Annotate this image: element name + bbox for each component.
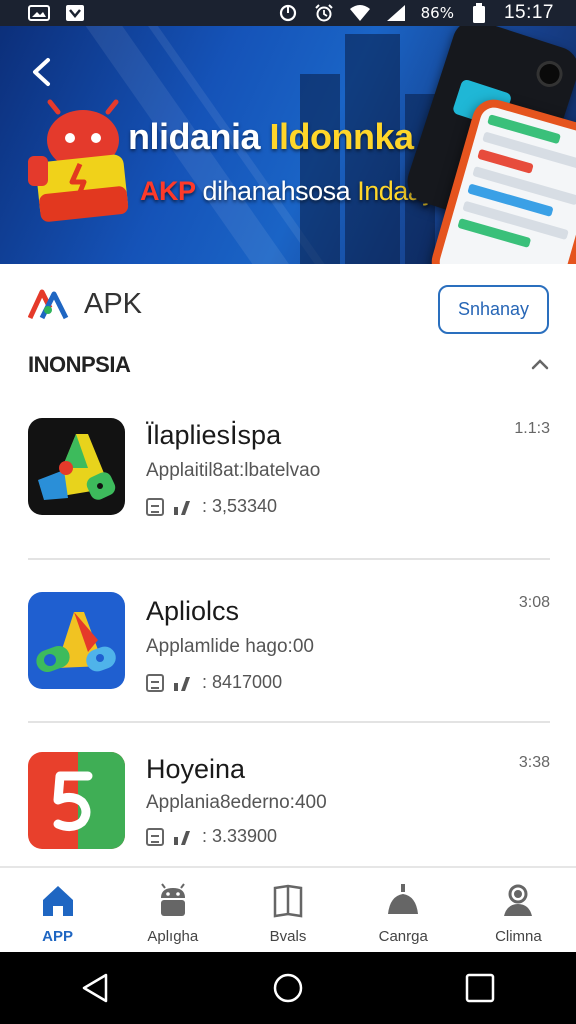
app-description: Applaitil8at:lbatelvao xyxy=(146,460,321,481)
battery-percent: 86% xyxy=(420,4,454,22)
bell-icon xyxy=(384,882,422,920)
app-size: : 3.33900 xyxy=(202,826,278,846)
app-time: 1.1:3 xyxy=(514,420,550,437)
back-arrow-icon xyxy=(33,58,50,86)
app-icon xyxy=(28,418,125,515)
camera-lens xyxy=(533,57,566,91)
app-list-item[interactable]: Apliolcs Applamlide hago:00 : 8417000 3:… xyxy=(28,592,550,692)
nav-label: Bvals xyxy=(269,928,307,945)
app-time: 3:38 xyxy=(518,754,550,771)
nav-label: Canrga xyxy=(378,928,428,945)
apk-title: APK xyxy=(84,287,143,320)
header-action-button[interactable]: Snhanay xyxy=(438,285,549,334)
app-description: Applamlide hago:00 xyxy=(146,636,314,657)
gallery-notification-icon xyxy=(28,4,50,22)
app-icon xyxy=(28,592,125,689)
profile-icon xyxy=(499,882,537,920)
status-bar: 86% 15:17 xyxy=(0,0,576,26)
size-icon xyxy=(146,827,164,846)
system-home-icon[interactable] xyxy=(270,970,306,1006)
status-right: 86% 15:17 xyxy=(277,2,554,24)
banner-title: nlidania Ildonnka xyxy=(128,116,414,157)
system-back-icon[interactable] xyxy=(78,970,114,1006)
nav-label: Aplıgha xyxy=(147,928,199,945)
app-meta: : 8417000 xyxy=(146,672,282,693)
signal-icon xyxy=(385,4,407,22)
system-recents-icon[interactable] xyxy=(462,970,498,1006)
nav-tab-app[interactable]: APP xyxy=(0,868,115,952)
android-icon xyxy=(154,882,192,920)
app-size: : 8417000 xyxy=(202,672,283,692)
status-time: 15:17 xyxy=(503,2,554,23)
banner-subtitle: AKP dihanahsosa Indaay xyxy=(140,176,436,206)
trend-icon xyxy=(172,497,194,517)
status-left xyxy=(28,4,86,22)
app-name: Hoyeina xyxy=(146,754,246,784)
app-list-item[interactable]: Ïlapliesİspa Applaitil8at:lbatelvao : 3,… xyxy=(28,418,550,518)
collapse-chevron-icon[interactable] xyxy=(530,356,550,372)
app-time: 3:08 xyxy=(518,594,550,611)
apk-header: APK xyxy=(27,286,143,322)
nav-tab-charge[interactable]: Canrga xyxy=(346,868,461,952)
data-saver-icon xyxy=(277,4,299,22)
android-mascot-icon xyxy=(28,98,138,228)
back-button[interactable] xyxy=(24,54,60,90)
nav-tab-apps[interactable]: Aplıgha xyxy=(115,868,230,952)
app-description: Applania8ederno:400 xyxy=(146,792,327,813)
trend-icon xyxy=(172,673,194,693)
alarm-icon xyxy=(313,4,335,22)
list-divider xyxy=(28,721,550,723)
app-name: Ïlapliesİspa xyxy=(146,420,282,450)
section-title: INONPSIA xyxy=(28,352,131,377)
nav-tab-books[interactable]: Bvals xyxy=(230,868,345,952)
bottom-navigation: APP Aplıgha Bvals Canrga Climna xyxy=(0,866,576,952)
nav-tab-profile[interactable]: Climna xyxy=(461,868,576,952)
list-divider xyxy=(28,558,550,560)
trend-icon xyxy=(172,827,194,847)
home-icon xyxy=(39,882,77,920)
nav-label: APP xyxy=(42,928,74,945)
hero-banner: nlidania Ildonnka AKP dihanahsosa Indaay xyxy=(0,26,576,264)
book-icon xyxy=(269,882,307,920)
nav-label: Climna xyxy=(495,928,542,945)
app-list-item[interactable]: Hoyeina Applania8ederno:400 : 3.33900 3:… xyxy=(28,752,550,852)
apk-logo-icon xyxy=(27,288,72,320)
size-icon xyxy=(146,497,164,516)
system-navigation-bar xyxy=(0,952,576,1024)
app-meta: : 3.33900 xyxy=(146,826,277,847)
banner-building xyxy=(300,74,340,264)
app-name: Apliolcs xyxy=(146,596,240,626)
app-meta: : 3,53340 xyxy=(146,496,277,517)
app-size: : 3,53340 xyxy=(202,496,278,516)
battery-icon xyxy=(468,3,490,23)
wifi-icon xyxy=(349,4,371,22)
download-notification-icon xyxy=(64,4,86,22)
app-icon xyxy=(28,752,125,849)
size-icon xyxy=(146,673,164,692)
